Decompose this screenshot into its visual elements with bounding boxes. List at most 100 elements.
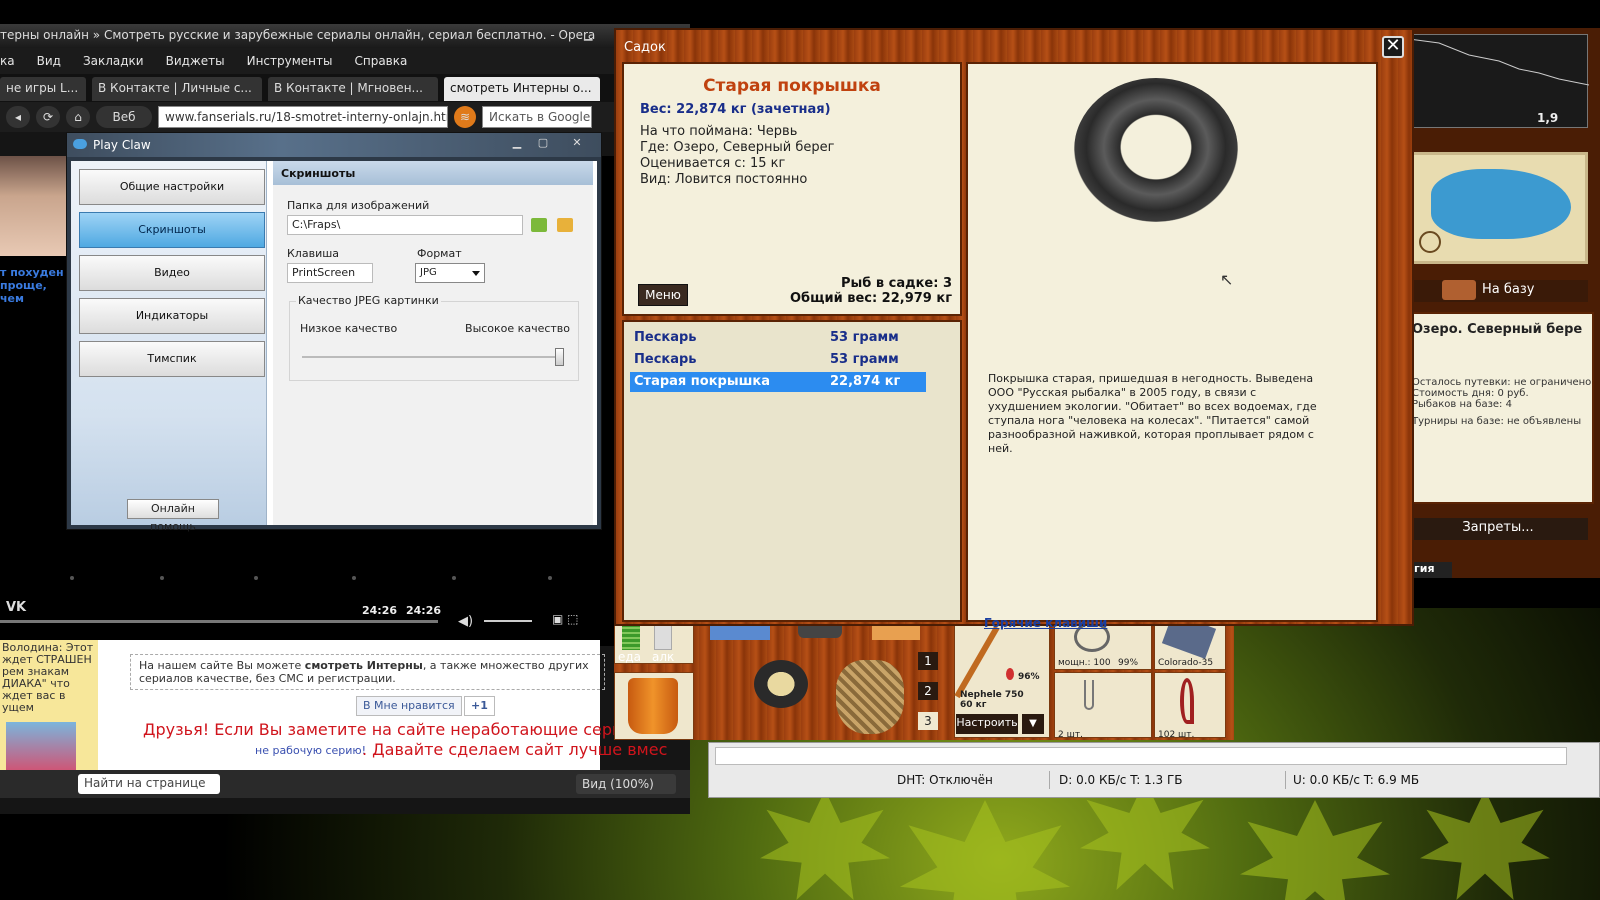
playclaw-window: Play Claw ▁ ▢ ✕ Общие настройки Скриншот… [66, 132, 602, 533]
rod-condition: 96% [1018, 672, 1040, 682]
address-bar: ◂ ⟳ ⌂ Веб www.fanserials.ru/18-smotret-i… [0, 102, 690, 132]
back-icon[interactable]: ◂ [6, 106, 30, 128]
catch-fish-name: Пескарь [634, 330, 697, 345]
fullscreen-icon[interactable]: ▣ ⬚ [552, 612, 579, 626]
dht-status: DHT: Отключён [897, 773, 993, 787]
fish-info-line: Оценивается с: 15 кг [640, 156, 786, 171]
menu-item-view[interactable]: Вид [37, 54, 61, 74]
catch-row[interactable]: Пескарь 53 грамм [630, 328, 926, 348]
catch-fish-name: Пескарь [634, 352, 697, 367]
reel-power: мощн.: 100 [1058, 658, 1111, 668]
torrent-scrollbar[interactable] [715, 747, 1567, 765]
plus-one-button[interactable]: +1 [464, 696, 495, 716]
wallpaper-leaf [900, 800, 1070, 900]
location-title: Озеро. Северный бере [1412, 322, 1583, 337]
compass-icon [1419, 231, 1441, 253]
tackle-dropdown-button[interactable]: ▼ [1022, 714, 1044, 734]
float-icon [1006, 668, 1014, 680]
menu-item[interactable]: ка [0, 54, 15, 74]
folder-up-icon[interactable] [531, 218, 547, 232]
wallpaper-leaf [1420, 790, 1550, 900]
rss-icon[interactable]: ≋ [454, 106, 476, 128]
site-notice: На нашем сайте Вы можете смотреть Интерн… [130, 654, 605, 690]
bucket-icon[interactable] [628, 678, 678, 734]
to-base-button[interactable]: На базу [1408, 280, 1588, 302]
quality-group-title: Качество JPEG картинки [296, 294, 441, 307]
minimize-icon[interactable]: ▁ [584, 28, 600, 42]
reload-icon[interactable]: ⟳ [36, 106, 60, 128]
minimize-icon[interactable]: ▁ [507, 136, 527, 152]
tab-active[interactable]: смотреть Интерны о... [444, 77, 600, 101]
promo-text[interactable]: т похуден проще, чем [0, 266, 66, 305]
catch-row-selected[interactable]: Старая покрышка 22,874 кг [630, 372, 926, 392]
food-label: еда [618, 650, 642, 664]
bans-button[interactable]: Запреты... [1408, 518, 1588, 540]
search-input[interactable]: Искать в Google [482, 106, 592, 128]
hotkey-input[interactable]: PrintScreen [287, 263, 373, 283]
hotkeys-link[interactable]: Горячие клавиши [984, 616, 1107, 630]
house-icon [1442, 280, 1476, 300]
folder-input[interactable]: C:\Fraps\ [287, 215, 523, 235]
format-label: Формат [417, 247, 462, 260]
section-title: Скриншоты [273, 161, 593, 185]
folder-label: Папка для изображений [287, 199, 430, 212]
nav-screenshots[interactable]: Скриншоты [79, 212, 265, 248]
tab[interactable]: В Контакте | Личные с... [92, 77, 262, 101]
volume-icon[interactable]: ◀) [458, 614, 473, 629]
menu-item-tools[interactable]: Инструменты [247, 54, 333, 74]
video-progress-bar[interactable] [0, 620, 438, 623]
nav-teamspeak[interactable]: Тимспик [79, 341, 265, 377]
slot-button-2[interactable]: 2 [918, 682, 938, 700]
fish-count: Рыб в садке: 3 [840, 276, 952, 291]
catch-fish-weight: 22,874 кг [830, 374, 901, 389]
menu-item-widgets[interactable]: Виджеты [166, 54, 225, 74]
nav-general-settings[interactable]: Общие настройки [79, 169, 265, 205]
alcohol-label: алк [652, 650, 675, 664]
nav-indicators[interactable]: Индикаторы [79, 298, 265, 334]
setup-tackle-button[interactable]: Настроить [956, 714, 1018, 734]
keepnet-icon[interactable] [836, 660, 904, 734]
broken-episode-link[interactable]: не рабочую серию! [255, 744, 366, 757]
web-label[interactable]: Веб [96, 106, 152, 128]
format-select[interactable]: JPG [415, 263, 485, 283]
zoom-button[interactable]: Вид (100%) [576, 774, 676, 794]
keepnet-stats: Рыб в садке: 3 Общий вес: 22,979 кг [790, 276, 952, 306]
report-message: Друзья! Если Вы заметите на сайте нерабо… [143, 720, 690, 739]
video-current-time: 24:26 [362, 604, 398, 617]
menu-item-help[interactable]: Справка [354, 54, 407, 74]
line-name: Colorado-35 [1158, 658, 1214, 668]
catch-row[interactable]: Пескарь 53 грамм [630, 350, 926, 370]
fish-info-line: На что поймана: Червь [640, 124, 798, 139]
tab[interactable]: не игры L... [0, 77, 86, 101]
nav-video[interactable]: Видео [79, 255, 265, 291]
total-weight: Общий вес: 22,979 кг [789, 291, 952, 306]
menu-item-bookmarks[interactable]: Закладки [83, 54, 144, 74]
find-on-page-input[interactable]: Найти на странице [78, 774, 220, 794]
cursor-icon: ↖ [1220, 270, 1234, 289]
home-icon[interactable]: ⌂ [66, 106, 90, 128]
quality-slider[interactable] [302, 348, 564, 366]
bait-count: 102 шт. [1158, 730, 1195, 740]
tab[interactable]: В Контакте | Мгновен... [268, 77, 438, 101]
key-label: Клавиша [287, 247, 340, 260]
news-text[interactable]: Володина: Этот ждет СТРАШЕН рем знакам Д… [0, 640, 98, 716]
hook-slot[interactable] [1054, 672, 1152, 738]
vk-like-button[interactable]: В Мне нравится [356, 696, 462, 716]
slot-button-1[interactable]: 1 [918, 652, 938, 670]
lake-map[interactable] [1408, 152, 1588, 264]
close-icon[interactable]: ✕ [1382, 36, 1404, 58]
maximize-icon[interactable]: ▢ [533, 136, 553, 152]
volume-slider[interactable] [484, 620, 532, 622]
fish-description: Покрышка старая, пришедшая в негодность.… [988, 372, 1317, 455]
news-image [6, 722, 76, 776]
close-icon[interactable]: ✕ [567, 136, 587, 152]
folder-open-icon[interactable] [557, 218, 573, 232]
cooking-pot-icon[interactable] [754, 660, 808, 708]
quality-slider-thumb[interactable] [555, 348, 564, 366]
url-input[interactable]: www.fanserials.ru/18-smotret-interny-onl… [158, 106, 448, 128]
online-help-button[interactable]: Онлайн помощь [127, 499, 219, 533]
menu-button[interactable]: Меню [638, 284, 688, 306]
slot-button-3[interactable]: 3 [918, 712, 938, 730]
playclaw-title: Play Claw [93, 138, 151, 152]
hooks-count: 2 шт. [1058, 730, 1083, 740]
